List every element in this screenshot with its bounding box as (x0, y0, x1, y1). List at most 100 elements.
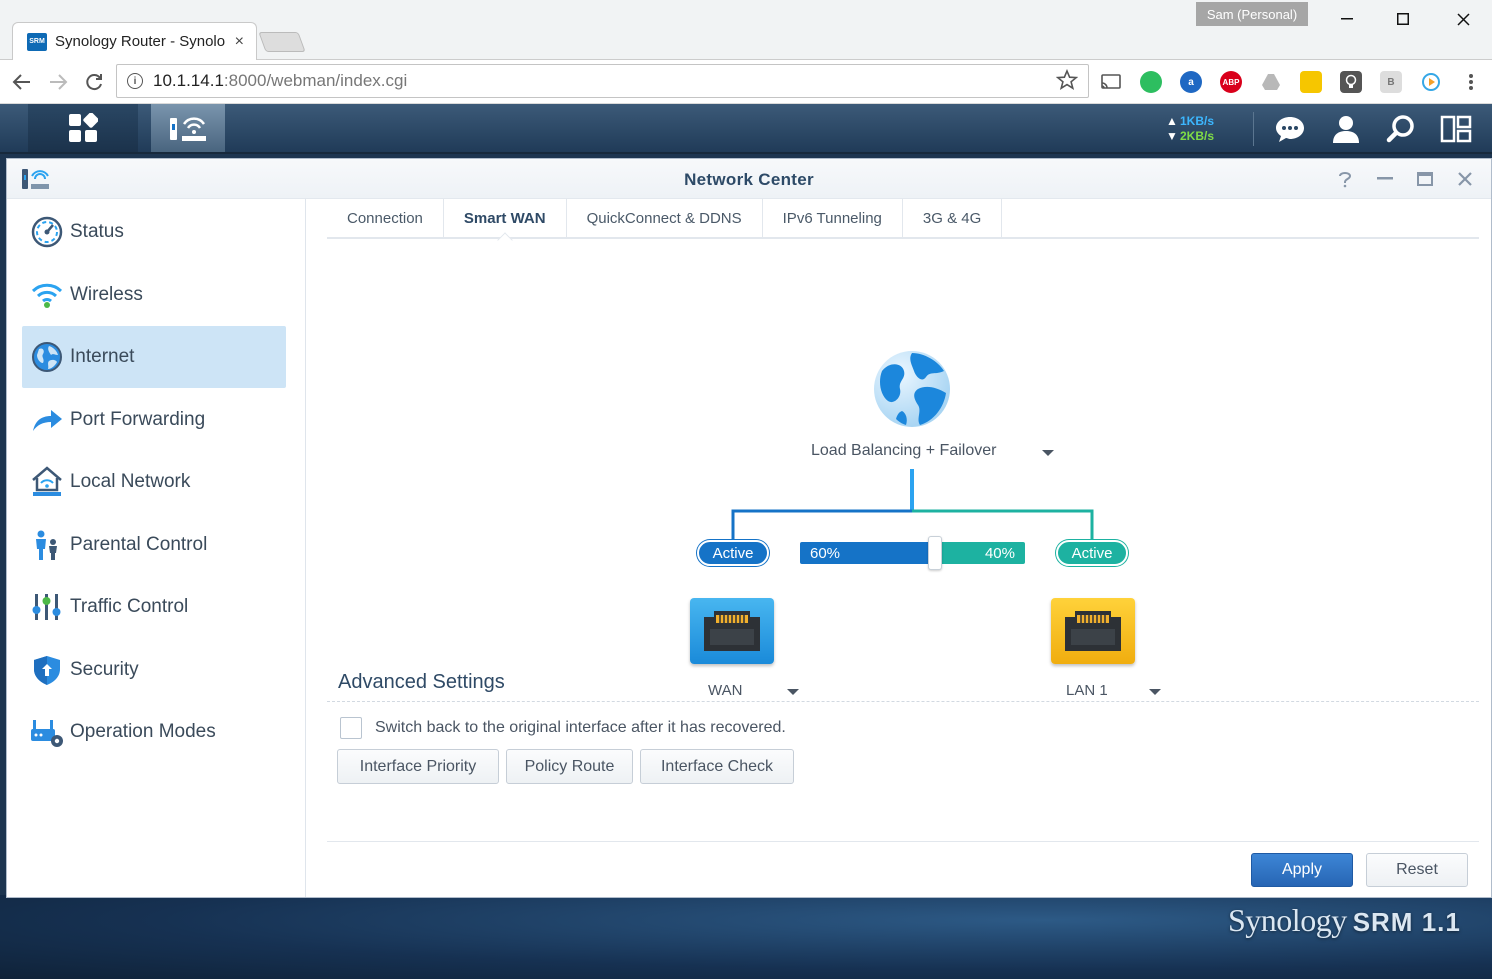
address-bar[interactable]: i 10.1.14.1:8000/webman/index.cgi (116, 64, 1089, 98)
notes-icon[interactable] (1300, 71, 1322, 93)
widgets-icon[interactable] (1440, 114, 1472, 144)
network-center-taskbar-button[interactable] (151, 104, 225, 152)
site-info-icon[interactable]: i (127, 73, 143, 89)
upload-speed: 1KB/s (1180, 114, 1215, 128)
network-center-window: Network Center Status Wireless Internet … (6, 158, 1492, 898)
sliders-icon (30, 590, 64, 624)
chat-icon[interactable] (1274, 114, 1306, 144)
new-tab-button[interactable] (258, 32, 306, 52)
tab-close-icon[interactable]: × (235, 33, 244, 51)
tab-bar: Connection Smart WAN QuickConnect & DDNS… (327, 199, 1479, 239)
bookmark-star-icon[interactable] (1055, 68, 1079, 97)
sidebar-item-port-forwarding[interactable]: Port Forwarding (22, 389, 286, 451)
tab-3g-4g[interactable]: 3G & 4G (903, 199, 1003, 237)
lan-dropdown-caret-icon[interactable] (1149, 689, 1161, 695)
browser-tab[interactable]: SRM Synology Router - Synolo × (12, 22, 257, 60)
srm-favicon-icon: SRM (27, 32, 47, 51)
wan-dropdown-caret-icon[interactable] (787, 689, 799, 695)
browser-tabstrip: SRM Synology Router - Synolo × Sam (Pers… (0, 0, 1492, 60)
tab-smart-wan[interactable]: Smart WAN (444, 199, 567, 237)
window-maximize-icon[interactable] (1413, 167, 1437, 191)
lan-status-badge: Active (1056, 540, 1128, 566)
play-icon[interactable] (1420, 71, 1442, 93)
interface-check-button[interactable]: Interface Check (640, 749, 794, 784)
apply-button[interactable]: Apply (1251, 853, 1353, 887)
search-icon[interactable] (1385, 114, 1417, 144)
load-balance-ratio-slider[interactable]: 60% 40% (800, 542, 1025, 564)
forward-arrow-icon[interactable] (44, 68, 72, 96)
close-window-icon[interactable] (1440, 4, 1486, 34)
shield-icon (30, 653, 64, 687)
minimize-window-icon[interactable] (1324, 4, 1370, 34)
download-arrow-icon: ▼ (1166, 129, 1178, 143)
ratio-slider-handle[interactable] (928, 536, 942, 570)
user-icon[interactable] (1330, 114, 1362, 144)
tab-connection[interactable]: Connection (327, 199, 444, 237)
browser-toolbar: i 10.1.14.1:8000/webman/index.cgi a ABP … (0, 60, 1492, 104)
sidebar-item-label: Security (70, 659, 139, 680)
window-title: Network Center (684, 170, 814, 189)
connection-lines (731, 469, 1094, 541)
main-content: Connection Smart WAN QuickConnect & DDNS… (307, 199, 1491, 897)
router-wifi-icon (170, 117, 206, 141)
sidebar-item-internet[interactable]: Internet (22, 326, 286, 388)
sidebar-item-operation-modes[interactable]: Operation Modes (22, 701, 286, 763)
globe-icon (30, 340, 64, 374)
advanced-settings-heading: Advanced Settings (338, 671, 505, 693)
drive-icon[interactable] (1260, 71, 1282, 93)
adblock-icon[interactable]: ABP (1220, 71, 1242, 93)
maximize-window-icon[interactable] (1380, 4, 1426, 34)
readability-icon[interactable]: B (1380, 71, 1402, 93)
sidebar-item-security[interactable]: Security (22, 639, 286, 701)
wan-interface-select[interactable]: WAN (708, 682, 742, 699)
home-network-icon (30, 465, 64, 499)
sidebar-item-label: Status (70, 221, 124, 242)
sidebar-item-wireless[interactable]: Wireless (22, 264, 286, 326)
amazon-icon[interactable]: a (1180, 71, 1202, 93)
srm-taskbar: ▲ 1KB/s ▼ 2KB/s (0, 104, 1492, 154)
wan-ratio-fill: 60% (800, 542, 935, 564)
synology-srm-brand: Synology SRM 1.1 (1228, 902, 1461, 938)
forward-arrow-icon (30, 403, 64, 437)
policy-route-button[interactable]: Policy Route (506, 749, 633, 784)
footer-divider (327, 841, 1479, 842)
parent-child-icon (30, 528, 64, 562)
interface-priority-button[interactable]: Interface Priority (337, 749, 499, 784)
help-icon[interactable] (1333, 167, 1357, 191)
evernote-icon[interactable] (1140, 71, 1162, 93)
sidebar-item-parental-control[interactable]: Parental Control (22, 514, 286, 576)
smart-wan-mode-select[interactable]: Load Balancing + Failover (811, 442, 996, 460)
lan-port (1051, 598, 1135, 664)
sidebar-item-label: Local Network (70, 471, 191, 492)
reset-button[interactable]: Reset (1366, 853, 1468, 887)
window-minimize-icon[interactable] (1373, 167, 1397, 191)
ethernet-port-icon (1065, 611, 1121, 651)
tab-title: Synology Router - Synolo (55, 33, 226, 50)
sidebar: Status Wireless Internet Port Forwarding… (7, 199, 306, 897)
download-speed: 2KB/s (1180, 129, 1215, 143)
sidebar-item-label: Traffic Control (70, 596, 189, 617)
taskbar-divider (1253, 112, 1254, 146)
sidebar-item-local-network[interactable]: Local Network (22, 451, 286, 513)
lan-interface-select[interactable]: LAN 1 (1066, 682, 1108, 699)
sidebar-item-label: Operation Modes (70, 721, 216, 742)
main-menu-button[interactable] (28, 104, 138, 152)
back-arrow-icon[interactable] (8, 68, 36, 96)
upload-arrow-icon: ▲ (1166, 114, 1178, 128)
smart-wan-diagram: Load Balancing + Failover Active Active … (307, 259, 1491, 699)
reload-icon[interactable] (80, 68, 108, 96)
window-header[interactable]: Network Center (7, 159, 1491, 199)
lightbulb-icon[interactable] (1340, 71, 1362, 93)
sidebar-item-label: Internet (70, 346, 135, 367)
window-close-icon[interactable] (1453, 167, 1477, 191)
tab-ipv6-tunneling[interactable]: IPv6 Tunneling (763, 199, 903, 237)
browser-menu-icon[interactable] (1460, 71, 1482, 93)
switch-back-checkbox[interactable] (340, 717, 362, 739)
cast-icon[interactable] (1100, 71, 1122, 93)
sidebar-item-traffic-control[interactable]: Traffic Control (22, 576, 286, 638)
sidebar-item-status[interactable]: Status (22, 201, 286, 263)
mode-dropdown-caret-icon[interactable] (1042, 450, 1054, 456)
profile-badge[interactable]: Sam (Personal) (1196, 2, 1308, 26)
tab-quickconnect-ddns[interactable]: QuickConnect & DDNS (567, 199, 763, 237)
ethernet-port-icon (704, 611, 760, 651)
